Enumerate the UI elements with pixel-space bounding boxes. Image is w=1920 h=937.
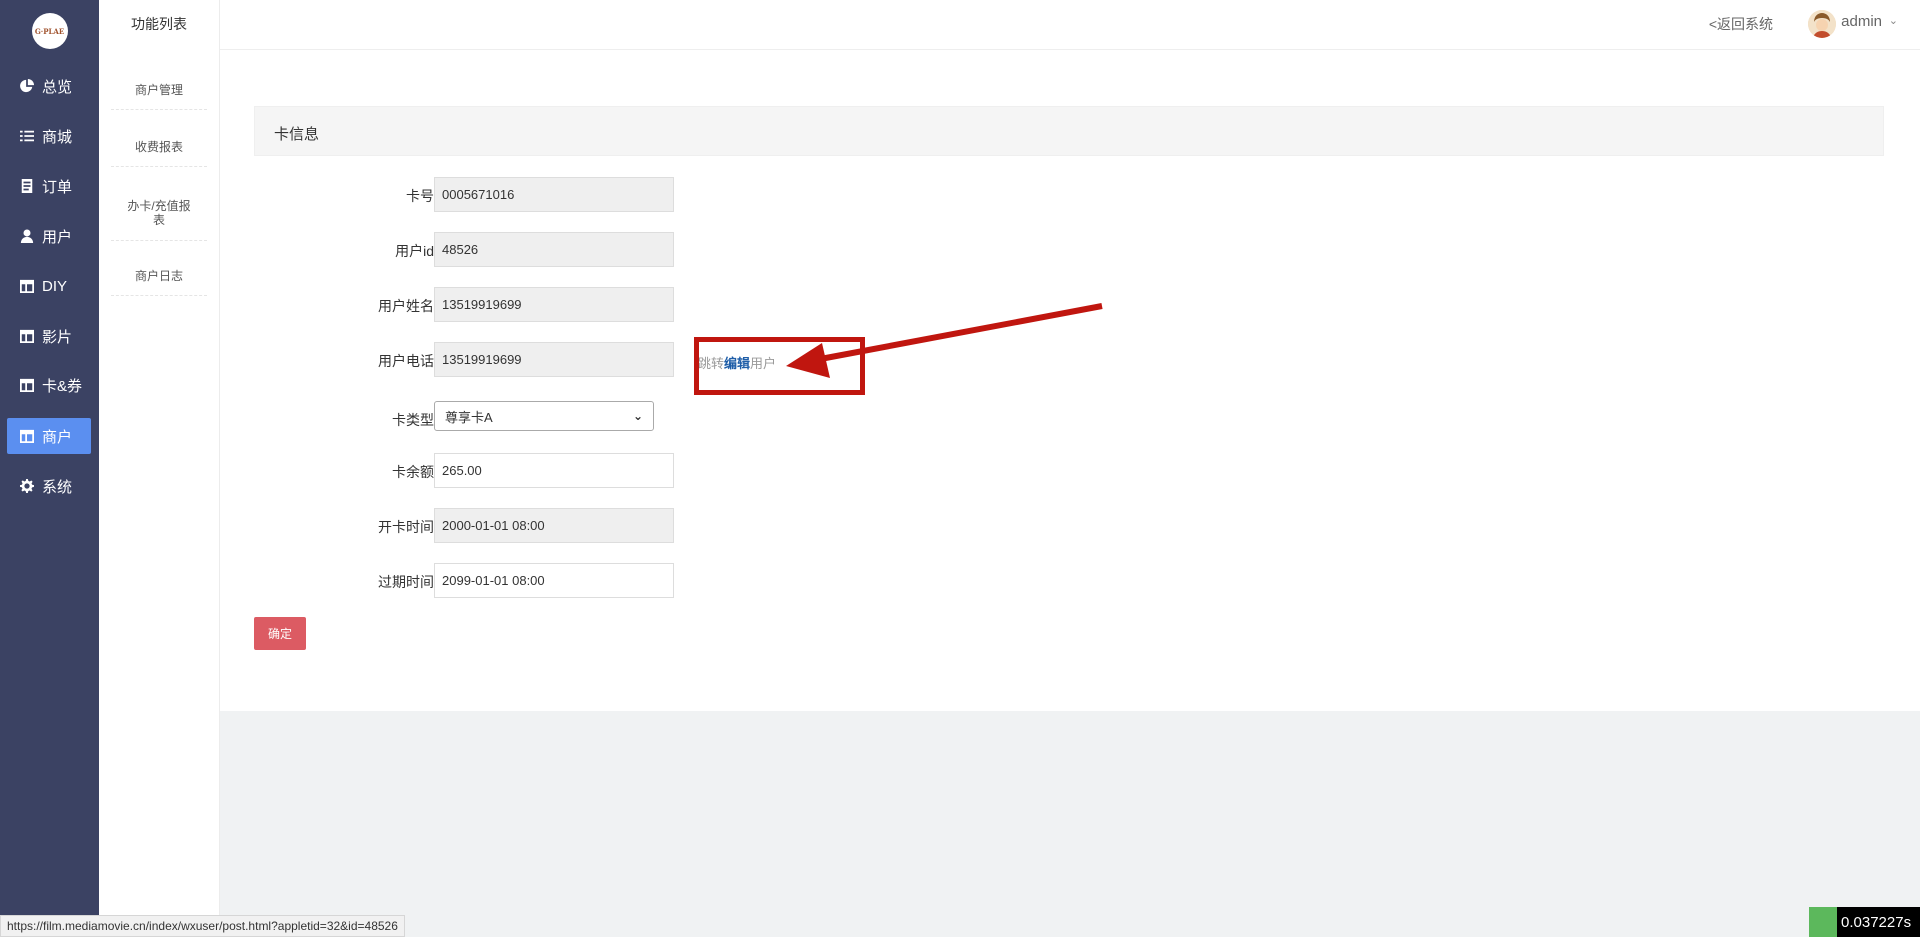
- status-url: https://film.mediamovie.cn/index/wxuser/…: [0, 915, 405, 937]
- nav-label: 商城: [42, 128, 73, 146]
- balance-label: 卡余额: [392, 464, 434, 480]
- leaf-icon: [1809, 907, 1837, 937]
- main-sidebar: G·PLAE 总览 商城 订单 用户 DIY 影片 卡&券 商户 系统: [0, 0, 99, 937]
- nav-label: 影片: [42, 328, 73, 346]
- user-name-field: 13519919699: [434, 287, 674, 322]
- nav-item-merchants[interactable]: 商户: [7, 418, 91, 454]
- subnav-item-card-recharge-report[interactable]: 办卡/充值报表: [111, 186, 207, 241]
- subnav-item-fee-report[interactable]: 收费报表: [111, 127, 207, 167]
- nav-item-system[interactable]: 系统: [7, 468, 91, 504]
- logo-area: G·PLAE: [0, 0, 99, 62]
- nav-label: 商户: [42, 428, 73, 446]
- avatar[interactable]: [1808, 10, 1836, 38]
- subnav-item-merchant-management[interactable]: 商户管理: [111, 70, 207, 110]
- layout-icon: [20, 279, 34, 293]
- chevron-down-icon: ⌄: [632, 409, 643, 423]
- pie-chart-icon: [20, 79, 34, 93]
- annotation-highlight-box: [694, 337, 865, 395]
- gear-icon: [20, 479, 34, 493]
- user-name-label: 用户姓名: [378, 298, 434, 314]
- card-no-field: 0005671016: [434, 177, 674, 212]
- user-phone-label: 用户电话: [378, 353, 434, 369]
- nav-item-films[interactable]: 影片: [7, 318, 91, 354]
- card-type-value: 尊享卡A: [445, 409, 493, 425]
- nav-label: 系统: [42, 478, 73, 496]
- nav-label: 总览: [42, 78, 73, 96]
- function-list-sidebar: 功能列表 商户管理 收费报表 办卡/充值报表 商户日志: [99, 0, 220, 937]
- nav-label: DIY: [42, 277, 68, 295]
- layout-icon: [20, 378, 34, 392]
- expire-time-label: 过期时间: [378, 574, 434, 590]
- nav-item-mall[interactable]: 商城: [7, 118, 91, 154]
- user-id-label: 用户id: [395, 243, 434, 259]
- layout-icon: [20, 329, 34, 343]
- back-to-system-link[interactable]: <返回系统: [1709, 14, 1773, 34]
- card-type-select[interactable]: 尊享卡A ⌄: [434, 401, 654, 431]
- open-time-label: 开卡时间: [378, 519, 434, 535]
- list-icon: [20, 129, 34, 143]
- section-title: 卡信息: [274, 126, 320, 143]
- nav-label: 订单: [42, 178, 73, 196]
- balance-input[interactable]: [434, 453, 674, 488]
- card-info-header: 卡信息: [254, 106, 1884, 156]
- subnav-item-merchant-log[interactable]: 商户日志: [111, 256, 207, 296]
- debug-timer: 0.037227s: [1809, 907, 1920, 937]
- nav-item-cards[interactable]: 卡&券: [7, 367, 91, 403]
- open-time-field: 2000-01-01 08:00: [434, 508, 674, 543]
- card-type-label: 卡类型: [392, 412, 434, 428]
- user-id-field: 48526: [434, 232, 674, 267]
- nav-item-diy[interactable]: DIY: [7, 268, 91, 304]
- user-icon: [20, 229, 34, 243]
- main-content: 卡信息 卡号 0005671016 用户id 48526 用户姓名 135199…: [220, 50, 1920, 711]
- nav-label: 用户: [42, 228, 73, 246]
- nav-item-overview[interactable]: 总览: [7, 68, 91, 104]
- subnav-title: 功能列表: [131, 16, 187, 32]
- top-bar: <返回系统 admin ⌄: [220, 0, 1920, 50]
- nav-item-orders[interactable]: 订单: [7, 168, 91, 204]
- user-name-menu[interactable]: admin: [1841, 13, 1882, 30]
- chevron-down-icon[interactable]: ⌄: [1889, 14, 1898, 27]
- user-phone-field: 13519919699: [434, 342, 674, 377]
- expire-time-input[interactable]: [434, 563, 674, 598]
- layout-icon: [20, 429, 34, 443]
- nav-item-users[interactable]: 用户: [7, 218, 91, 254]
- document-icon: [20, 179, 34, 193]
- nav-label: 卡&券: [42, 377, 83, 395]
- confirm-button[interactable]: 确定: [254, 617, 306, 650]
- logo[interactable]: G·PLAE: [31, 13, 68, 49]
- card-no-label: 卡号: [406, 188, 434, 204]
- timer-value: 0.037227s: [1841, 913, 1912, 931]
